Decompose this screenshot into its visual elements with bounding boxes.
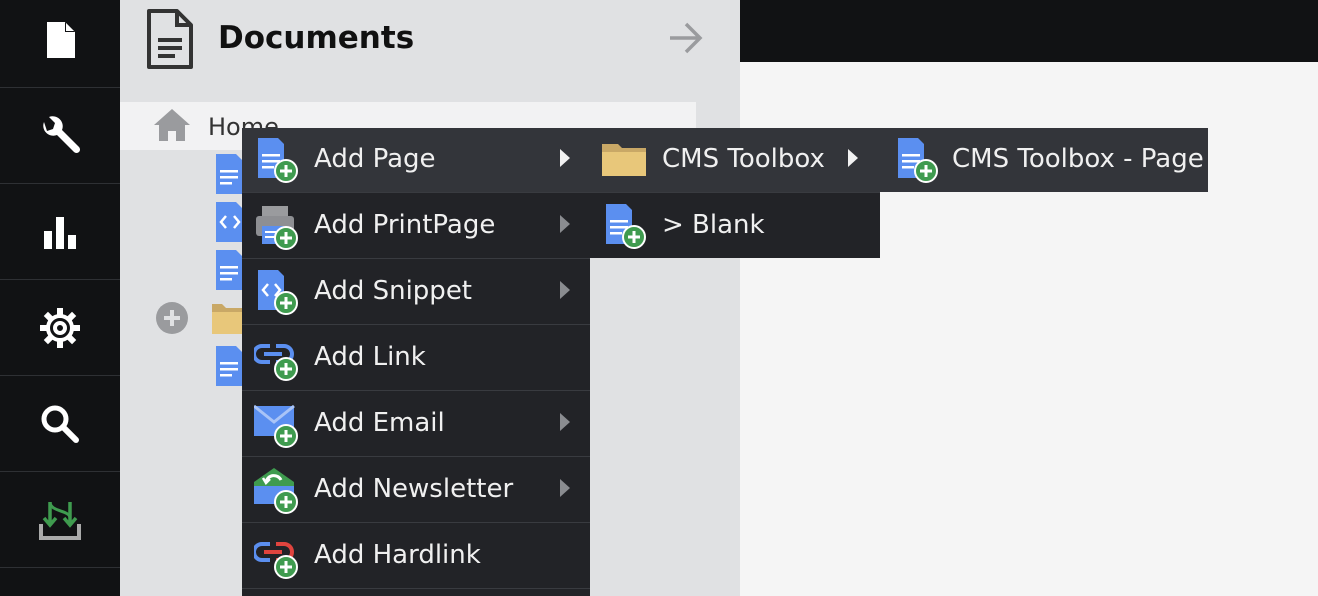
menu-item-add-snippet[interactable]: Add Snippet bbox=[242, 260, 590, 325]
menu-item-label: Add PrintPage bbox=[314, 210, 496, 240]
menu-item-label: Add Snippet bbox=[314, 276, 473, 306]
submenu-arrow-icon bbox=[560, 479, 570, 497]
panel-header: Documents bbox=[120, 0, 740, 80]
add-newsletter-icon bbox=[254, 468, 298, 514]
rail-data-transfer[interactable] bbox=[0, 472, 120, 568]
menu-item-label: Add Email bbox=[314, 408, 445, 438]
add-page-icon bbox=[258, 138, 298, 183]
page-icon[interactable] bbox=[216, 154, 242, 194]
add-page-icon bbox=[606, 204, 646, 249]
context-menu: Add Page Add PrintPage Add Snippet Add L… bbox=[242, 128, 590, 596]
top-bar bbox=[740, 0, 1318, 62]
home-icon bbox=[154, 109, 190, 141]
menu-item-add-printpage[interactable]: Add PrintPage bbox=[242, 194, 590, 259]
menu-item-add-email[interactable]: Add Email bbox=[242, 392, 590, 457]
document-icon bbox=[47, 21, 75, 58]
menu-item-label: Add Page bbox=[314, 144, 436, 174]
menu-item-add-newsletter[interactable]: Add Newsletter bbox=[242, 458, 590, 523]
add-snippet-icon bbox=[258, 270, 298, 315]
bar-chart-icon bbox=[44, 216, 76, 249]
menu-item-label: Add Hardlink bbox=[314, 540, 481, 570]
menu-item-add-link[interactable]: Add Link bbox=[242, 326, 590, 391]
data-transfer-icon bbox=[39, 501, 81, 540]
rail-documents[interactable] bbox=[0, 0, 120, 88]
add-email-icon bbox=[254, 404, 298, 448]
snippet-icon[interactable] bbox=[216, 202, 242, 242]
rail-tools[interactable] bbox=[0, 88, 120, 184]
submenu-arrow-icon bbox=[560, 413, 570, 431]
folder-icon bbox=[602, 144, 646, 176]
gear-icon bbox=[40, 307, 80, 348]
menu-item-label: > Blank bbox=[662, 210, 765, 240]
menu-item-label: CMS Toolbox bbox=[662, 144, 825, 174]
page-icon[interactable] bbox=[216, 346, 242, 386]
rail-reports[interactable] bbox=[0, 184, 120, 280]
submenu-arrow-icon bbox=[560, 281, 570, 299]
folder-icon[interactable] bbox=[212, 300, 242, 334]
add-link-icon bbox=[254, 344, 298, 381]
document-outline-icon bbox=[147, 9, 193, 69]
rail-settings[interactable] bbox=[0, 280, 120, 376]
submenu-item-blank[interactable]: > Blank bbox=[590, 194, 880, 258]
add-page-icon bbox=[898, 138, 938, 183]
arrow-right-icon[interactable] bbox=[668, 20, 704, 56]
rail-search[interactable] bbox=[0, 376, 120, 472]
add-printpage-icon bbox=[256, 206, 298, 250]
expand-plus-icon[interactable] bbox=[156, 302, 188, 334]
submenu-add-page: CMS Toolbox > Blank bbox=[590, 128, 880, 258]
menu-item-label: CMS Toolbox - Page bbox=[952, 144, 1204, 174]
submenu-cms-toolbox: CMS Toolbox - Page bbox=[880, 128, 1208, 192]
search-icon bbox=[41, 405, 79, 443]
add-hardlink-icon bbox=[254, 542, 298, 579]
submenu-arrow-icon bbox=[560, 215, 570, 233]
menu-item-add-hardlink[interactable]: Add Hardlink bbox=[242, 524, 590, 589]
menu-item-label: Add Newsletter bbox=[314, 474, 514, 504]
submenu-item-cms-toolbox-page[interactable]: CMS Toolbox - Page bbox=[880, 128, 1208, 192]
wrench-icon bbox=[43, 115, 81, 153]
submenu-arrow-icon bbox=[560, 149, 570, 167]
main-navigation-rail bbox=[0, 0, 120, 596]
submenu-item-cms-toolbox[interactable]: CMS Toolbox bbox=[590, 128, 880, 193]
menu-item-add-page[interactable]: Add Page bbox=[242, 128, 590, 193]
submenu-arrow-icon bbox=[848, 149, 858, 167]
menu-item-label: Add Link bbox=[314, 342, 426, 372]
page-icon[interactable] bbox=[216, 250, 242, 290]
panel-title: Documents bbox=[218, 20, 415, 56]
